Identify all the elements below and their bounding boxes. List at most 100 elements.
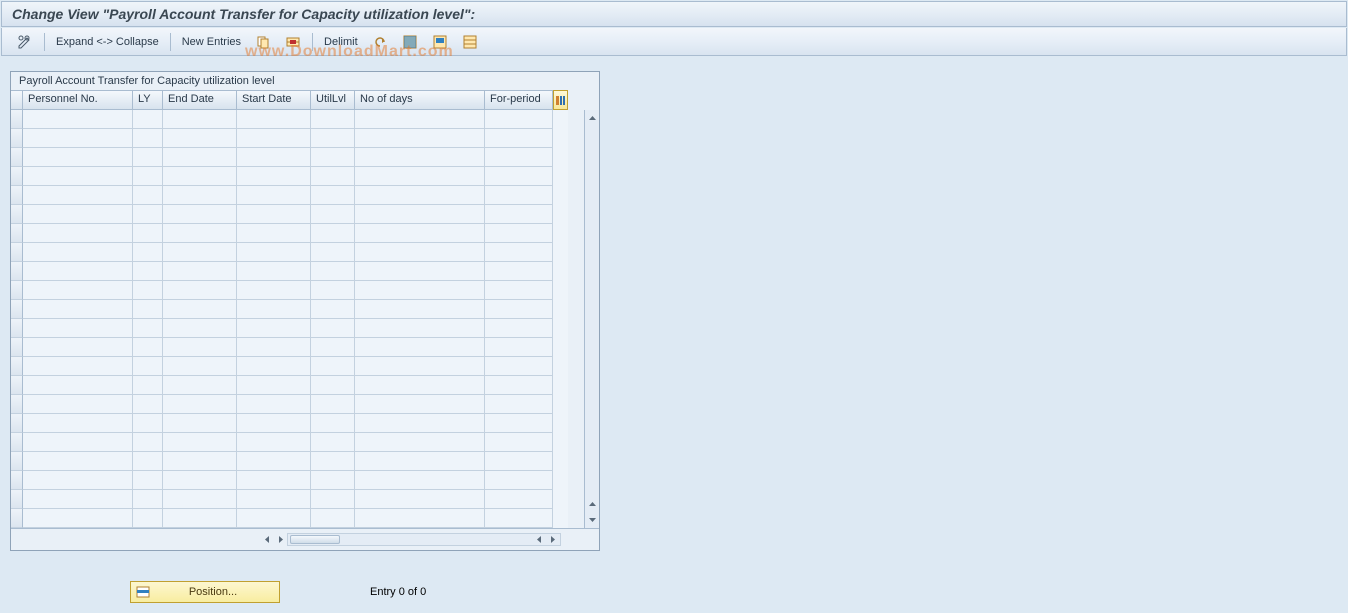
grid-cell[interactable] — [237, 395, 311, 414]
grid-cell[interactable] — [355, 186, 485, 205]
grid-cell[interactable] — [133, 110, 163, 129]
grid-cell[interactable] — [133, 167, 163, 186]
grid-cell[interactable] — [355, 167, 485, 186]
grid-cell[interactable] — [133, 148, 163, 167]
grid-cell[interactable] — [355, 338, 485, 357]
scroll-left-icon[interactable] — [261, 533, 274, 546]
row-selector[interactable] — [11, 129, 23, 148]
grid-select-all-corner[interactable] — [11, 90, 23, 110]
grid-cell[interactable] — [133, 471, 163, 490]
grid-cell[interactable] — [311, 395, 355, 414]
grid-cell[interactable] — [163, 376, 237, 395]
grid-cell[interactable] — [485, 319, 553, 338]
grid-cell[interactable] — [133, 224, 163, 243]
grid-cell[interactable] — [311, 357, 355, 376]
grid-horizontal-scrollbar[interactable] — [261, 532, 561, 547]
grid-cell[interactable] — [485, 186, 553, 205]
scroll-thumb[interactable] — [290, 535, 340, 544]
scroll-left-icon[interactable] — [533, 533, 546, 546]
grid-cell[interactable] — [355, 281, 485, 300]
grid-cell[interactable] — [485, 338, 553, 357]
scroll-up-icon[interactable] — [586, 498, 599, 511]
column-header[interactable]: UtilLvl — [311, 90, 355, 110]
grid-cell[interactable] — [23, 338, 133, 357]
grid-cell[interactable] — [311, 471, 355, 490]
grid-cell[interactable] — [133, 357, 163, 376]
grid-cell[interactable] — [133, 433, 163, 452]
grid-cell[interactable] — [163, 338, 237, 357]
scroll-down-icon[interactable] — [586, 513, 599, 526]
row-selector[interactable] — [11, 509, 23, 528]
grid-cell[interactable] — [23, 433, 133, 452]
grid-cell[interactable] — [23, 395, 133, 414]
grid-cell[interactable] — [23, 414, 133, 433]
position-button[interactable]: Position... — [130, 581, 280, 603]
row-selector[interactable] — [11, 490, 23, 509]
row-selector[interactable] — [11, 414, 23, 433]
grid-cell[interactable] — [237, 300, 311, 319]
grid-cell[interactable] — [485, 129, 553, 148]
grid-cell[interactable] — [311, 509, 355, 528]
grid-cell[interactable] — [237, 281, 311, 300]
grid-vertical-scrollbar[interactable] — [584, 110, 599, 528]
grid-cell[interactable] — [311, 300, 355, 319]
grid-cell[interactable] — [23, 243, 133, 262]
grid-cell[interactable] — [237, 509, 311, 528]
row-selector[interactable] — [11, 224, 23, 243]
grid-cell[interactable] — [355, 414, 485, 433]
grid-cell[interactable] — [133, 281, 163, 300]
grid-cell[interactable] — [163, 110, 237, 129]
row-selector[interactable] — [11, 243, 23, 262]
row-selector[interactable] — [11, 262, 23, 281]
grid-cell[interactable] — [485, 300, 553, 319]
grid-cell[interactable] — [133, 205, 163, 224]
grid-cell[interactable] — [485, 243, 553, 262]
row-selector[interactable] — [11, 167, 23, 186]
grid-cell[interactable] — [355, 129, 485, 148]
row-selector[interactable] — [11, 205, 23, 224]
grid-cell[interactable] — [311, 376, 355, 395]
grid-cell[interactable] — [163, 509, 237, 528]
grid-cell[interactable] — [311, 281, 355, 300]
scroll-right-icon[interactable] — [274, 533, 287, 546]
grid-cell[interactable] — [163, 395, 237, 414]
grid-cell[interactable] — [237, 357, 311, 376]
grid-cell[interactable] — [355, 262, 485, 281]
row-selector[interactable] — [11, 376, 23, 395]
grid-cell[interactable] — [23, 300, 133, 319]
grid-cell[interactable] — [23, 224, 133, 243]
grid-cell[interactable] — [133, 509, 163, 528]
row-selector[interactable] — [11, 319, 23, 338]
grid-cell[interactable] — [163, 243, 237, 262]
grid-cell[interactable] — [311, 148, 355, 167]
column-header[interactable]: Personnel No. — [23, 90, 133, 110]
grid-cell[interactable] — [163, 224, 237, 243]
expand-collapse-button[interactable]: Expand <-> Collapse — [51, 32, 164, 52]
delete-button[interactable] — [280, 32, 306, 52]
grid-cell[interactable] — [163, 167, 237, 186]
grid-cell[interactable] — [23, 471, 133, 490]
grid-cell[interactable] — [163, 205, 237, 224]
grid-cell[interactable] — [355, 224, 485, 243]
select-block-button[interactable] — [427, 32, 453, 52]
grid-cell[interactable] — [23, 509, 133, 528]
grid-cell[interactable] — [237, 262, 311, 281]
row-selector[interactable] — [11, 300, 23, 319]
grid-configure-button[interactable] — [553, 90, 568, 110]
grid-cell[interactable] — [237, 490, 311, 509]
row-selector[interactable] — [11, 281, 23, 300]
grid-cell[interactable] — [133, 300, 163, 319]
grid-cell[interactable] — [311, 338, 355, 357]
scroll-up-icon[interactable] — [586, 112, 599, 125]
grid-cell[interactable] — [163, 452, 237, 471]
grid-cell[interactable] — [163, 414, 237, 433]
grid-cell[interactable] — [237, 319, 311, 338]
grid-cell[interactable] — [311, 186, 355, 205]
grid-cell[interactable] — [237, 224, 311, 243]
scroll-track[interactable] — [287, 533, 561, 546]
grid-cell[interactable] — [311, 129, 355, 148]
column-header[interactable]: For-period — [485, 90, 553, 110]
grid-cell[interactable] — [237, 471, 311, 490]
grid-cell[interactable] — [485, 509, 553, 528]
grid-cell[interactable] — [23, 376, 133, 395]
